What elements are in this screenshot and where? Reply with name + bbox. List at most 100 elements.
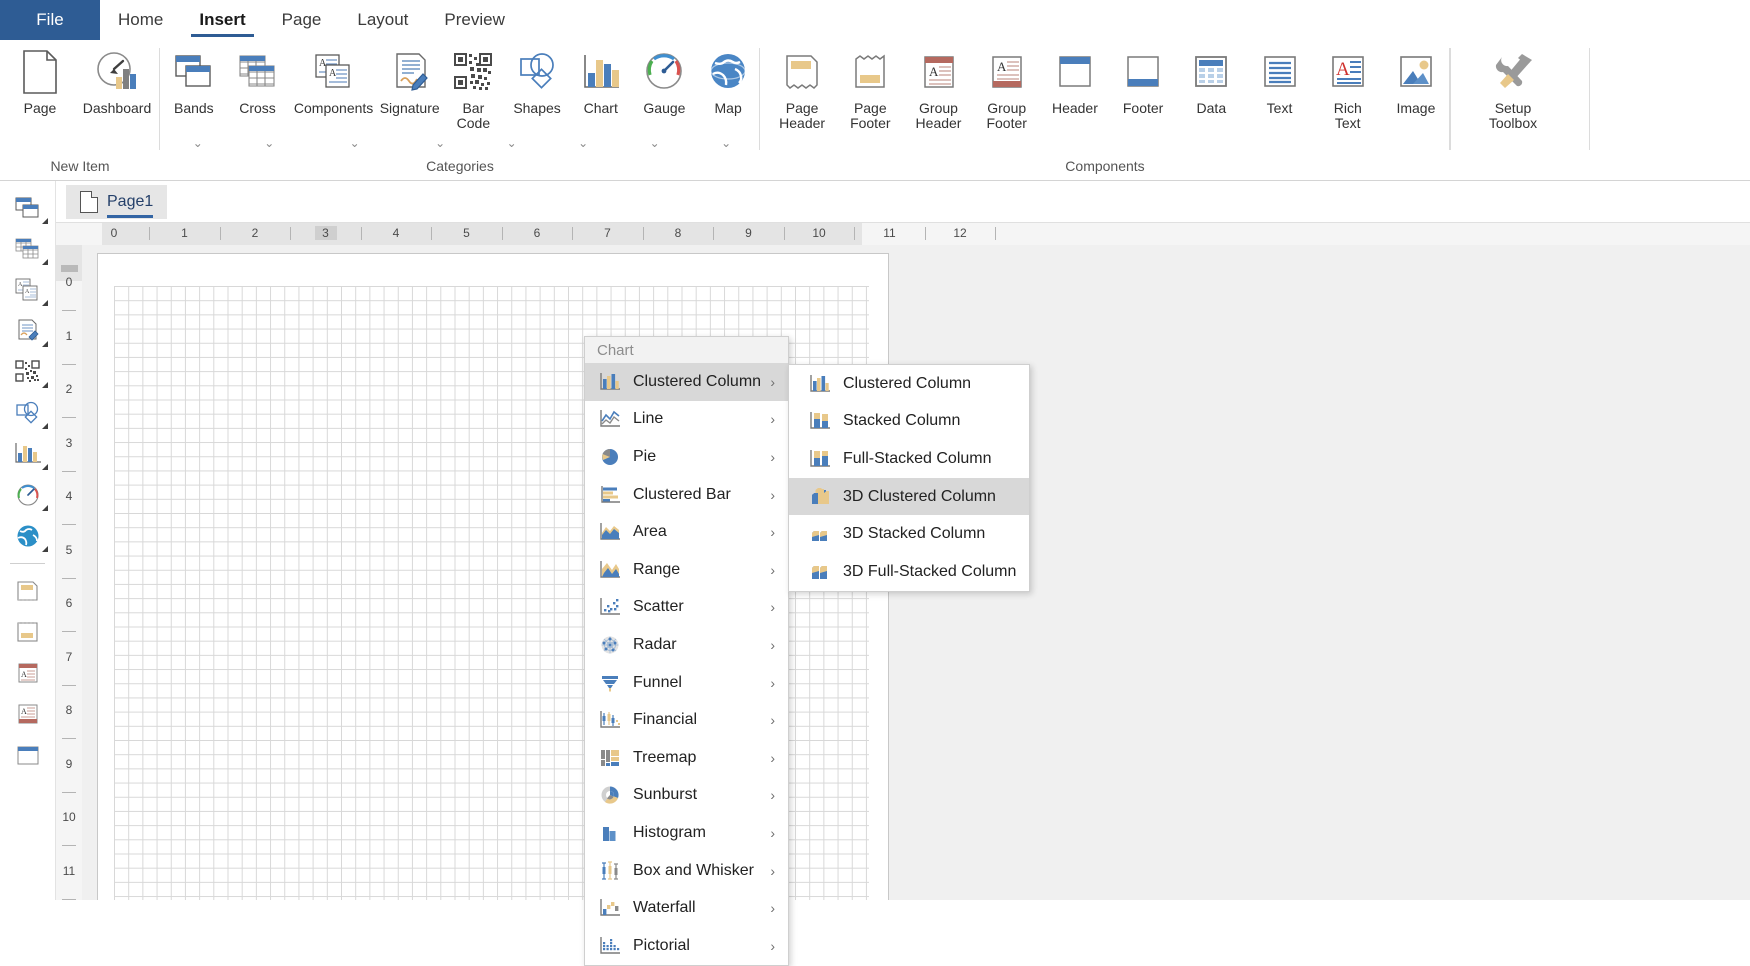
chart-submenu-item-stacked-column[interactable]: Stacked Column [789, 403, 1029, 441]
toolstrip-item-page-footer[interactable] [0, 612, 55, 653]
vruler-tick [62, 738, 76, 739]
toolstrip-item-gauge[interactable] [0, 474, 55, 515]
chart-menu-item-sunburst[interactable]: Sunburst › [585, 777, 788, 815]
expand-corner-icon [42, 382, 48, 388]
ribbon-button-group-footer[interactable]: A Group Footer [973, 46, 1041, 131]
ribbon-button-group-header[interactable]: A Group Header [904, 46, 972, 131]
toolstrip-item-cross[interactable] [0, 228, 55, 269]
ribbon-button-map[interactable]: Map [696, 46, 760, 116]
tab-home[interactable]: Home [100, 0, 181, 40]
clustered-column-icon [595, 369, 625, 395]
ribbon-button-cross[interactable]: Cross [226, 46, 290, 116]
ribbon-button-components[interactable]: A A Components [289, 46, 377, 116]
ribbon-button-signature[interactable]: Signature [378, 46, 442, 116]
toolstrip-item-group-header[interactable]: A [0, 653, 55, 694]
toolstrip-item-header[interactable] [0, 735, 55, 776]
chart-menu-item-box-and-whisker[interactable]: Box and Whisker› [585, 852, 788, 890]
chart-submenu-item-clustered-column[interactable]: Clustered Column [789, 365, 1029, 403]
chart-menu-item-scatter[interactable]: Scatter› [585, 589, 788, 627]
chart-menu-item-area[interactable]: Area› [585, 513, 788, 551]
chart-menu-item-label: Range [633, 561, 680, 579]
chart-menu-item-histogram[interactable]: Histogram› [585, 814, 788, 852]
ribbon-button-page[interactable]: Page [4, 46, 76, 116]
ribbon-button-chart[interactable]: Chart [569, 46, 633, 116]
chart-menu-item-financial[interactable]: Financial› [585, 701, 788, 739]
chart-submenu-item-3d-full-stacked-column[interactable]: 3D Full-Stacked Column [789, 553, 1029, 591]
caret-shapes[interactable]: ⌄ [547, 136, 619, 150]
ribbon-button-shapes[interactable]: Shapes [505, 46, 569, 116]
chart-submenu-item-3d-stacked-column[interactable]: 3D Stacked Column [789, 515, 1029, 553]
ribbon-button-text[interactable]: Text [1245, 46, 1313, 116]
ribbon-button-bands[interactable]: Bands [162, 46, 226, 116]
chart-menu-item-label: Treemap [633, 749, 696, 767]
toolstrip-item-signature[interactable] [0, 310, 55, 351]
chart-menu-item-radar[interactable]: Radar› [585, 626, 788, 664]
ribbon-button-setup-toolbox[interactable]: Setup Toolbox [1472, 46, 1554, 131]
vertical-ruler[interactable]: 012345678910111213 [56, 245, 83, 900]
ribbon-button-image[interactable]: Image [1382, 46, 1450, 116]
components-icon: A A [14, 277, 42, 303]
toolstrip-item-shapes[interactable] [0, 392, 55, 433]
chart-menu-item-range[interactable]: Range› [585, 551, 788, 589]
toolstrip-item-barcode[interactable] [0, 351, 55, 392]
chart-menu-item-line[interactable]: Line› [585, 401, 788, 439]
ribbon-button-gauge[interactable]: Gauge [633, 46, 697, 116]
toolstrip-item-bands[interactable] [0, 187, 55, 228]
tab-preview-label: Preview [444, 10, 504, 30]
caret-signature[interactable]: ⌄ [404, 136, 476, 150]
hruler-label: 10 [808, 226, 830, 240]
tab-page-label: Page [282, 10, 322, 30]
tab-file[interactable]: File [0, 0, 100, 40]
caret-bands[interactable]: ⌄ [162, 136, 234, 150]
chart-menu-item-clustered-bar[interactable]: Clustered Bar› [585, 476, 788, 514]
page-tab-page1[interactable]: Page1 [66, 185, 167, 219]
tab-layout[interactable]: Layout [339, 0, 426, 40]
caret-chart[interactable]: ⌄ [619, 136, 691, 150]
caret-components[interactable]: ⌄ [305, 136, 404, 150]
setup-toolbox-icon [1489, 46, 1537, 98]
hruler-tick [220, 227, 221, 240]
chart-menu-item-label: Box and Whisker [633, 862, 754, 880]
chart-column-submenu[interactable]: Clustered Column Stacked Column Full-Sta… [788, 364, 1030, 592]
toolstrip-item-map[interactable] [0, 515, 55, 556]
chevron-right-icon: › [770, 787, 775, 803]
toolstrip-item-group-footer[interactable]: A [0, 694, 55, 735]
ribbon-button-page-footer[interactable]: Page Footer [836, 46, 904, 131]
chart-submenu-item-full-stacked-column[interactable]: Full-Stacked Column [789, 440, 1029, 478]
chart-menu-item-label: Radar [633, 636, 677, 654]
vruler-tick [62, 631, 76, 632]
chart-menu-item-treemap[interactable]: Treemap› [585, 739, 788, 777]
chart-dropdown-menu[interactable]: Chart Clustered Column› Line› Pie› Clust… [584, 336, 789, 966]
chart-menu-item-clustered-column[interactable]: Clustered Column› [585, 363, 788, 401]
hruler-label: 11 [879, 226, 901, 240]
toolstrip-item-page-header[interactable] [0, 571, 55, 612]
ribbon-button-page-header[interactable]: Page Header [768, 46, 836, 131]
stacked-column-icon [805, 408, 835, 434]
horizontal-ruler[interactable]: 0123456789101112 [56, 223, 1750, 246]
ribbon-button-data[interactable]: Data [1177, 46, 1245, 116]
tab-preview[interactable]: Preview [426, 0, 522, 40]
toolstrip-item-chart[interactable] [0, 433, 55, 474]
tab-insert[interactable]: Insert [181, 0, 263, 40]
area-icon [595, 519, 625, 545]
ribbon-button-barcode[interactable]: Bar Code [442, 46, 506, 131]
vruler-thumb[interactable] [61, 265, 78, 272]
chart-menu-item-funnel[interactable]: Funnel› [585, 664, 788, 702]
ribbon-button-rich-text[interactable]: A Rich Text [1314, 46, 1382, 131]
chart-submenu-item-3d-clustered-column[interactable]: 3D Clustered Column [789, 478, 1029, 516]
caret-barcode[interactable]: ⌄ [476, 136, 548, 150]
chart-menu-item-label: Sunburst [633, 786, 697, 804]
ribbon-button-dashboard[interactable]: Dashboard [76, 46, 158, 116]
ribbon-label-header: Header [1052, 101, 1098, 116]
vruler-tick [62, 471, 76, 472]
toolstrip-item-components[interactable]: A A [0, 269, 55, 310]
ribbon-button-header[interactable]: Header [1041, 46, 1109, 116]
chart-menu-item-waterfall[interactable]: Waterfall› [585, 889, 788, 927]
tab-page[interactable]: Page [264, 0, 340, 40]
hruler-label: 7 [597, 226, 619, 240]
ribbon-button-footer[interactable]: Footer [1109, 46, 1177, 116]
chart-menu-item-pictorial[interactable]: Pictorial› [585, 927, 788, 965]
chart-menu-item-pie[interactable]: Pie› [585, 438, 788, 476]
caret-gauge[interactable]: ⌄ [690, 136, 762, 150]
caret-cross[interactable]: ⌄ [234, 136, 306, 150]
